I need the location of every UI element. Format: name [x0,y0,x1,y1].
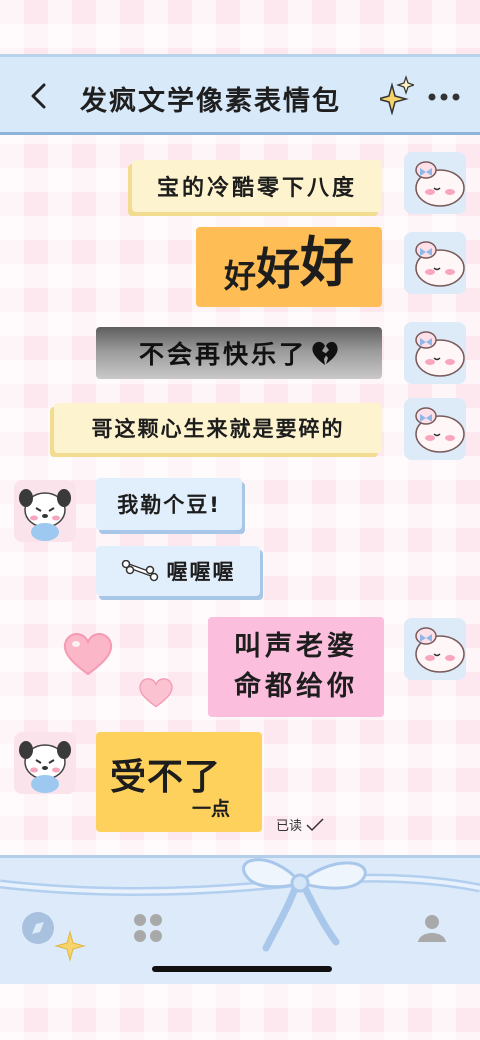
avatar[interactable] [404,152,466,214]
message-text: 不会再快乐了 [138,340,307,369]
message-text-mid: 好 [256,244,300,295]
home-indicator[interactable] [152,966,332,972]
discover-icon[interactable] [20,910,56,946]
avatar[interactable] [404,398,466,460]
check-icon [306,818,324,832]
heart-icon [63,633,113,676]
message-bubble[interactable]: 不会再快乐了 [96,327,382,379]
message-text: 哥这颗心生来就是要碎的 [91,417,345,441]
message-text-small: 好 [223,257,256,295]
message-bubble[interactable]: 叫声老婆 命都给你 [208,617,384,717]
grid-apps-icon[interactable] [130,910,166,946]
message-text: 喔喔喔 [166,560,236,584]
message-text-line2: 一点 [192,798,231,820]
profile-icon[interactable] [414,910,450,946]
puppy-avatar-icon [19,741,71,793]
avatar[interactable] [404,618,466,680]
broken-heart-icon [312,341,338,365]
message-text: 宝的冷酷零下八度 [156,176,357,201]
bunny-avatar-icon [415,407,465,453]
sparkle-icon [380,75,414,115]
avatar[interactable] [404,322,466,384]
message-text-line1: 受不了 [110,757,222,798]
bunny-avatar-icon [415,627,465,673]
message-bubble[interactable]: 宝的冷酷零下八度 [132,160,382,212]
message-text-line1: 叫声老婆 [234,631,358,662]
message-text-big: 好 [300,231,354,294]
avatar[interactable] [14,480,76,542]
bunny-avatar-icon [415,161,465,207]
message-bubble[interactable]: 我勒个豆! [96,478,242,530]
bone-icon [121,560,158,582]
message-bubble[interactable]: 哥这颗心生来就是要碎的 [54,403,382,453]
read-text: 已读 [276,819,303,834]
avatar[interactable] [404,232,466,294]
bunny-avatar-icon [415,331,465,377]
sparkle-icon [54,930,86,962]
message-bubble[interactable]: 喔喔喔 [96,546,260,596]
back-chevron-icon[interactable] [26,81,52,111]
puppy-avatar-icon [19,489,71,541]
avatar[interactable] [14,732,76,794]
message-text: 我勒个豆! [117,493,221,517]
chat-header: 发疯文学像素表情包 [0,57,480,135]
message-text-line2: 命都给你 [234,671,358,702]
heart-icon [139,678,173,708]
bunny-avatar-icon [415,241,465,287]
chat-title: 发疯文学像素表情包 [80,86,341,117]
message-bubble[interactable]: 好 好 好 [196,227,382,307]
more-options-icon[interactable] [428,93,460,101]
read-receipt: 已读 [276,815,324,834]
message-bubble[interactable]: 受不了 一点 [96,732,262,832]
